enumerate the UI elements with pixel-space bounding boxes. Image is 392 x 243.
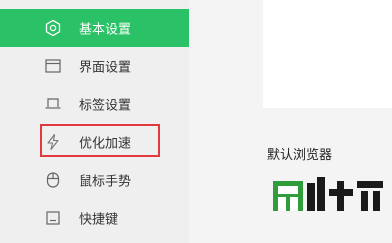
sidebar-item-shortcut-keys[interactable]: 快捷键 (0, 199, 189, 237)
settings-content: 默认浏览器 (189, 0, 392, 243)
window-icon (44, 57, 62, 75)
default-browser-heading: 默认浏览器 (267, 148, 333, 163)
sidebar-item-interface-settings[interactable]: 界面设置 (0, 47, 189, 85)
sidebar-item-label: 快捷键 (79, 212, 119, 228)
site-watermark-logo (273, 177, 383, 211)
tab-icon (44, 95, 62, 113)
sidebar-item-optimize-speed[interactable]: 优化加速 (0, 123, 189, 161)
settings-sidebar: 基本设置 界面设置 标签设置 优化加速 鼠标手势 快捷键 (0, 0, 189, 243)
sidebar-item-basic-settings[interactable]: 基本设置 (0, 9, 189, 47)
hexagon-gear-icon (44, 19, 62, 37)
sidebar-item-label: 基本设置 (79, 22, 132, 38)
sidebar-item-tab-settings[interactable]: 标签设置 (0, 85, 189, 123)
lightning-icon (44, 133, 62, 151)
mouse-icon (44, 171, 62, 189)
sidebar-item-label: 界面设置 (79, 60, 132, 76)
keyboard-icon (44, 209, 62, 227)
sidebar-item-label: 优化加速 (79, 136, 132, 152)
content-panel (263, 0, 392, 108)
sidebar-item-label: 鼠标手势 (79, 174, 132, 190)
sidebar-item-label: 标签设置 (79, 98, 132, 114)
sidebar-item-mouse-gesture[interactable]: 鼠标手势 (0, 161, 189, 199)
